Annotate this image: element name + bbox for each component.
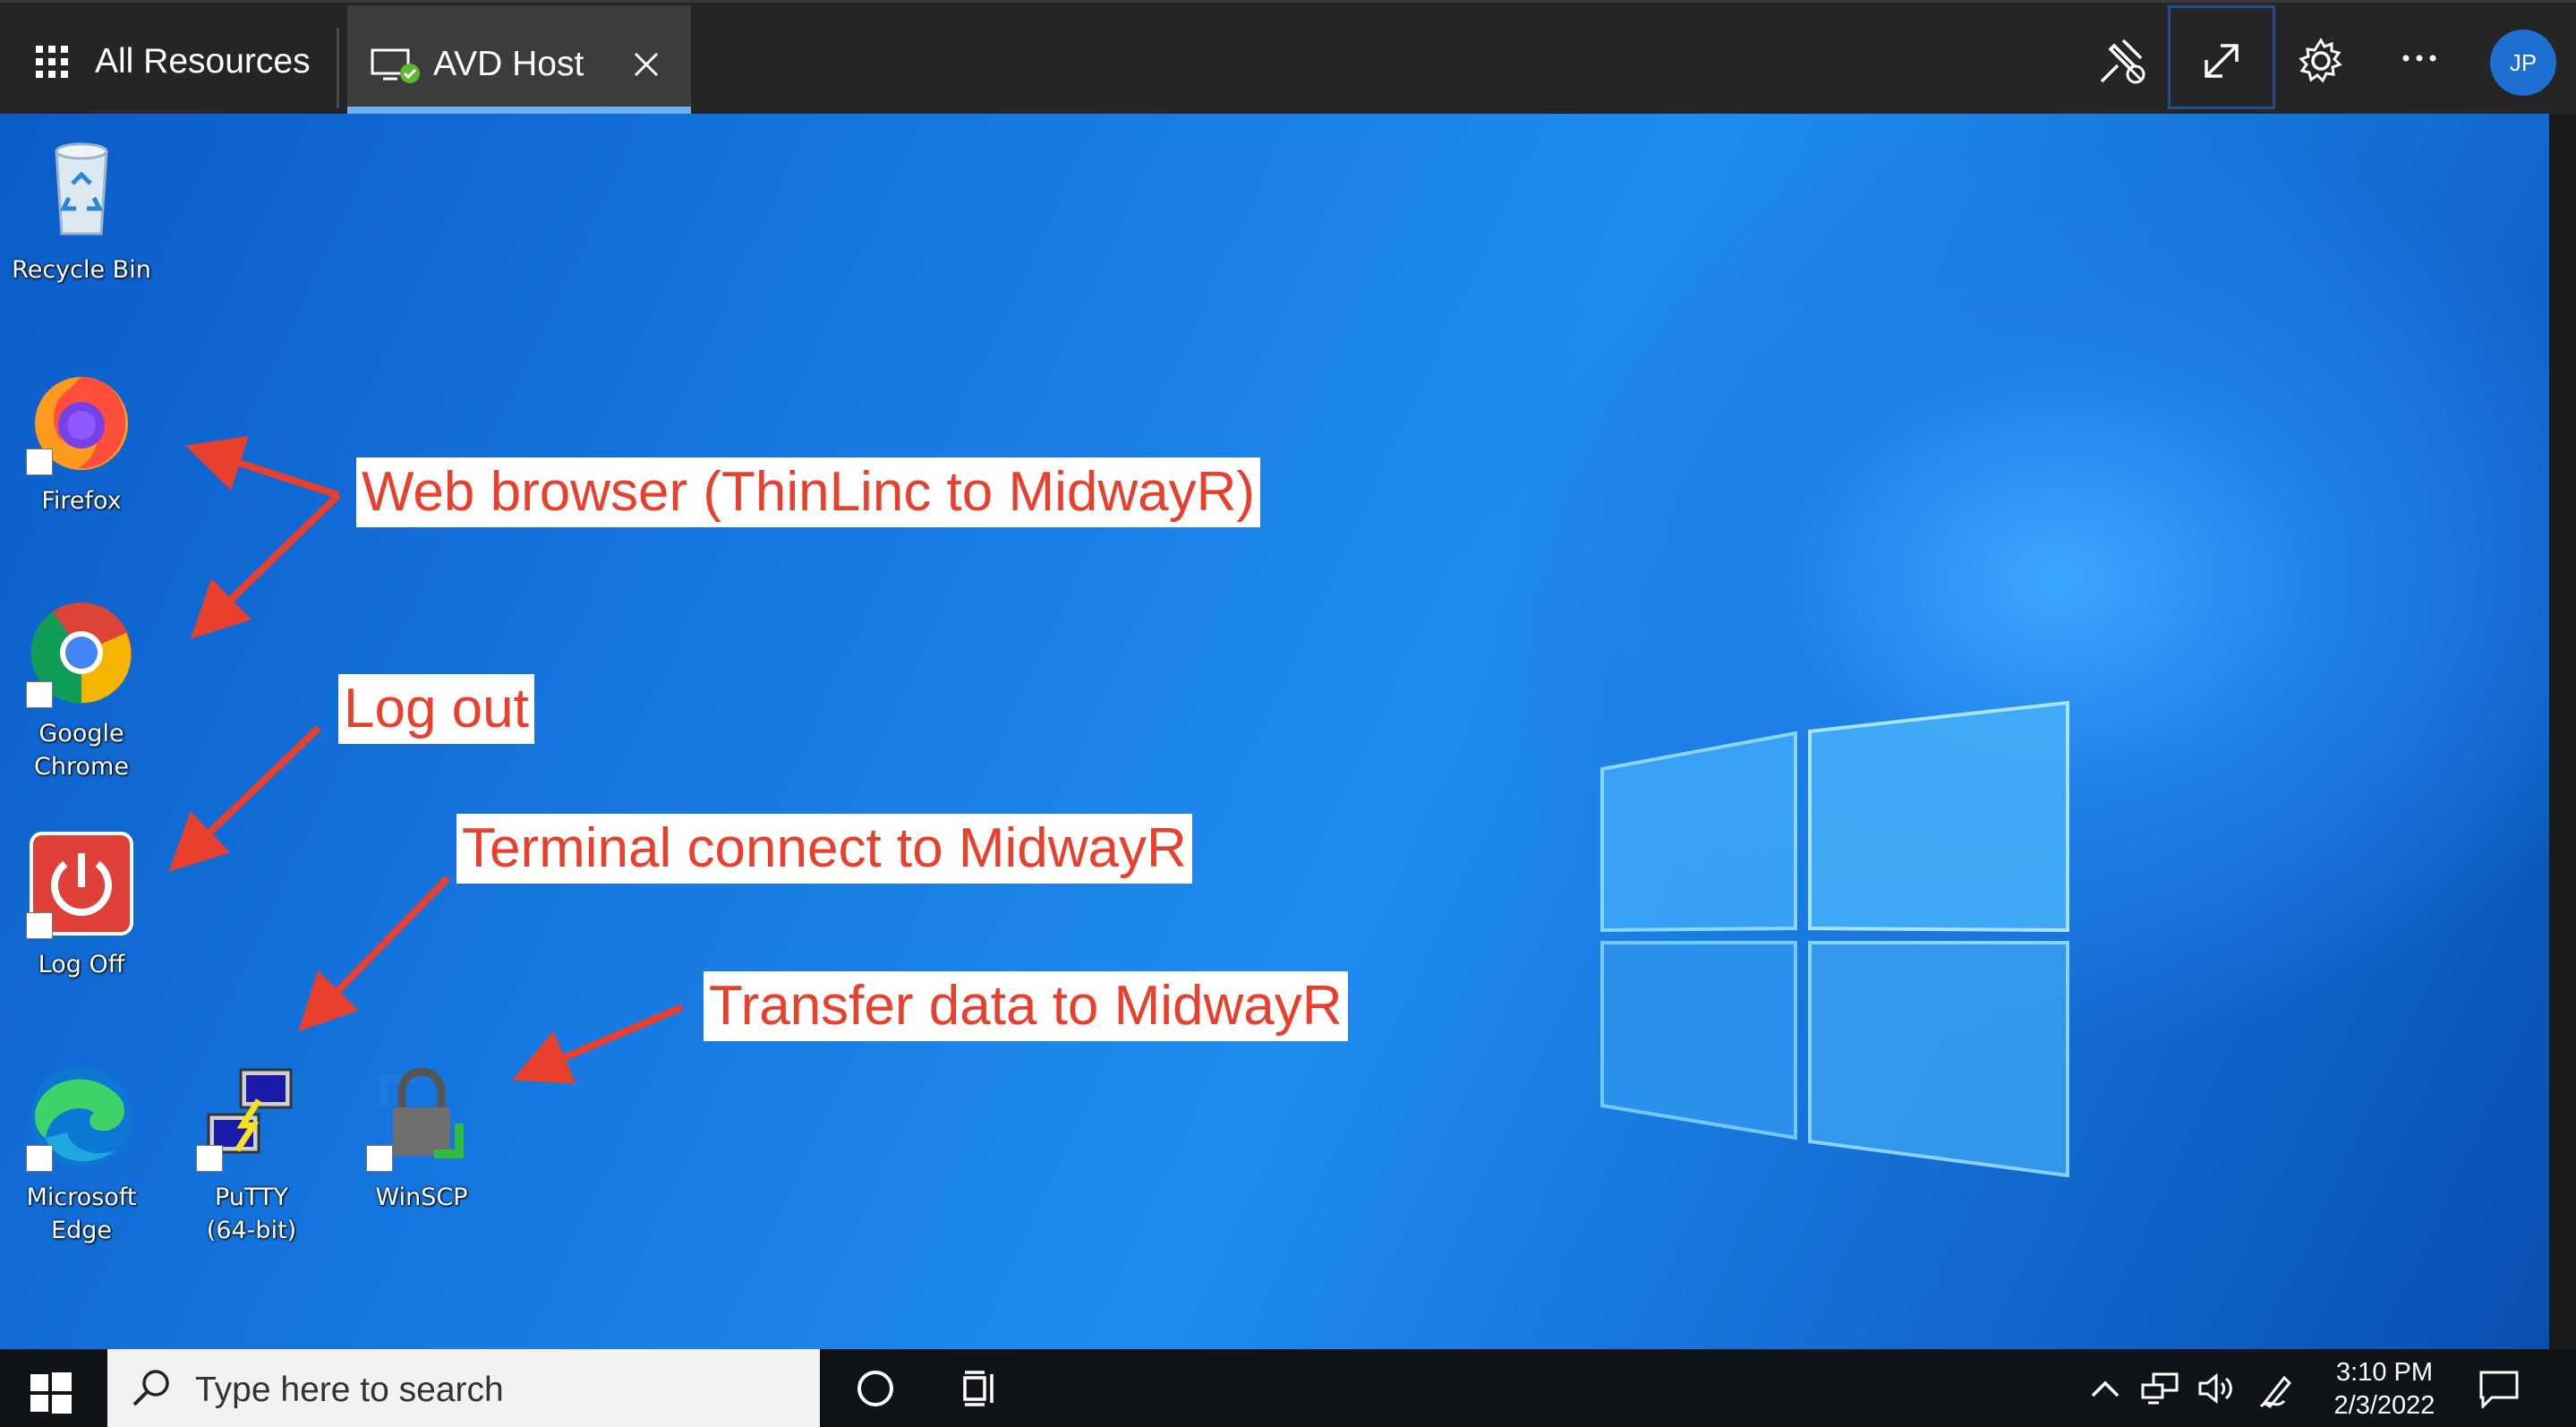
scrollbar-track <box>2549 114 2576 1349</box>
network-icon[interactable] <box>2141 1371 2180 1406</box>
active-tab-indicator <box>347 107 691 114</box>
avatar[interactable]: JP <box>2490 30 2556 96</box>
chevron-up-icon[interactable] <box>2087 1371 2123 1406</box>
windows-start-icon[interactable] <box>30 1372 72 1414</box>
cortana-icon[interactable] <box>857 1371 893 1406</box>
top-bar: All Resources AVD Host JP <box>0 0 2576 114</box>
search-box[interactable]: Type here to search <box>107 1349 820 1427</box>
system-clock[interactable]: 3:10 PM 2/3/2022 <box>2322 1356 2447 1423</box>
volume-icon[interactable] <box>2196 1371 2236 1406</box>
arrow-to-firefox <box>185 435 340 499</box>
divider <box>337 28 339 108</box>
all-resources-link[interactable]: All Resources <box>95 42 311 81</box>
remote-desktop-monitor-icon <box>371 48 420 83</box>
waffle-icon[interactable] <box>36 46 68 78</box>
more-icon[interactable] <box>2388 30 2451 92</box>
expand-icon[interactable] <box>2190 30 2253 92</box>
pen-icon[interactable] <box>2257 1371 2297 1410</box>
search-icon <box>132 1370 169 1406</box>
tab-title: AVD Host <box>433 45 584 83</box>
arrow-to-putty <box>298 876 450 1032</box>
unpin-icon[interactable] <box>2091 30 2154 92</box>
search-placeholder: Type here to search <box>195 1371 504 1409</box>
arrow-to-chrome <box>190 492 341 639</box>
gear-icon[interactable] <box>2290 30 2352 92</box>
arrow-to-winscp <box>511 1004 684 1084</box>
annotation-arrows <box>168 435 684 1084</box>
task-view-icon[interactable] <box>961 1369 1001 1408</box>
arrow-to-logoff <box>168 725 321 872</box>
close-icon[interactable] <box>630 48 662 81</box>
taskbar: Type here to search 3:10 PM 2/3/2022 <box>0 1349 2576 1427</box>
clock-date: 2/3/2022 <box>2333 1391 2435 1420</box>
tab-avd-host[interactable]: AVD Host <box>347 5 691 114</box>
clock-time: 3:10 PM <box>2336 1358 2433 1387</box>
notification-icon[interactable] <box>2478 1369 2521 1408</box>
